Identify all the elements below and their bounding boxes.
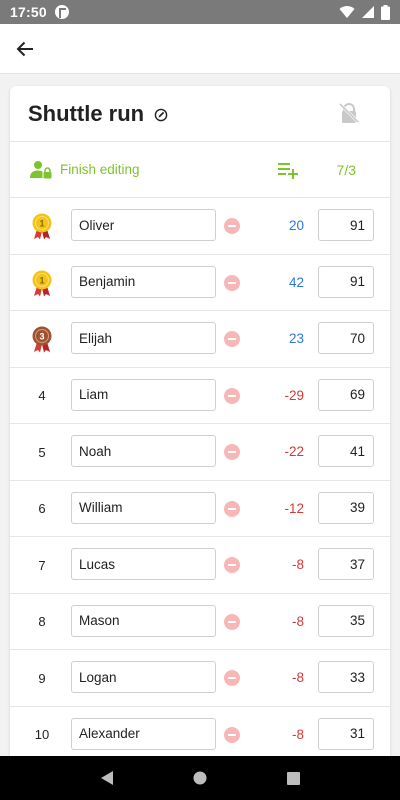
participant-count: 7/3 [336,162,356,178]
participant-name-input[interactable] [71,322,216,354]
page-title: Shuttle run [28,100,145,126]
signal-icon [362,6,374,18]
score-difference: 42 [288,274,304,290]
nav-home-icon[interactable] [193,771,207,785]
edit-title-icon[interactable] [154,108,168,122]
status-time: 17:50 [10,4,47,20]
table-row: 1 42 [10,255,390,311]
remove-participant-button[interactable] [224,274,240,291]
person-lock-icon [30,160,52,178]
remove-participant-button[interactable] [224,726,240,743]
participant-name-input[interactable] [71,604,216,637]
participant-name-input[interactable] [71,661,216,693]
remove-participant-button[interactable] [224,500,240,517]
remove-participant-button[interactable] [224,670,240,686]
gold-medal-icon: 1 [30,269,54,297]
remove-participant-button[interactable] [224,331,240,347]
table-row: 6 -12 [10,481,390,537]
score-input[interactable] [318,322,374,354]
table-row: 9 -8 [10,650,390,707]
notification-app-icon [54,5,69,19]
rank-label: 9 [38,670,46,686]
remove-participant-button[interactable] [224,444,240,460]
table-row: 3 23 [10,311,390,368]
lock-off-icon[interactable] [338,102,360,124]
table-row: 4 -29 [10,368,390,424]
results-list: 1 20 1 42 3 23 4 -29 5 -22 6 -12 7 -8 8 -8 9 -8 10 -8 [10,198,390,763]
table-row: 5 -22 [10,424,390,481]
remove-participant-button[interactable] [224,557,240,573]
score-difference: -29 [284,387,304,403]
score-input[interactable] [318,661,374,693]
finish-editing-label: Finish editing [60,162,140,177]
score-input[interactable] [318,604,374,637]
score-input[interactable] [318,209,374,241]
nav-recents-icon[interactable] [287,771,301,785]
battery-icon [381,4,390,20]
app-bar [0,24,400,74]
participant-name-input[interactable] [71,717,216,750]
system-navigation-bar [0,756,400,800]
table-row: 10 -8 [10,707,390,763]
table-row: 7 -8 [10,537,390,594]
participant-name-input[interactable] [71,378,216,411]
score-difference: 20 [288,218,304,233]
rank-label: 4 [38,388,46,403]
rank-label: 6 [38,501,46,516]
remove-participant-button[interactable] [224,613,240,630]
participant-name-input[interactable] [71,209,216,241]
rank-label: 5 [38,444,46,460]
nav-back-icon[interactable] [100,770,114,786]
participant-name-input[interactable] [71,491,216,524]
gold-medal-icon: 1 [30,212,54,240]
score-input[interactable] [318,491,374,524]
score-difference: -8 [291,613,304,629]
score-difference: 23 [288,331,304,346]
participant-name-input[interactable] [71,435,216,467]
rank-label: 8 [38,614,46,629]
score-input[interactable] [318,378,374,411]
score-difference: -8 [291,726,304,742]
participant-name-input[interactable] [71,265,216,298]
participant-name-input[interactable] [71,548,216,580]
medal-rank-label: 3 [39,332,44,342]
table-row: 1 20 [10,198,390,255]
back-button[interactable] [10,34,40,64]
results-card: Shuttle run Finish editing 7/3 1 Oliver … [10,86,390,766]
card-header: Shuttle run [10,86,390,142]
table-row: 8 -8 [10,594,390,650]
medal-rank-label: 1 [39,219,44,229]
rank-label: 7 [38,557,46,573]
wifi-icon [339,6,355,19]
medal-rank-label: 1 [39,275,44,285]
score-input[interactable] [318,265,374,298]
score-input[interactable] [318,435,374,467]
remove-participant-button[interactable] [224,387,240,404]
score-input[interactable] [318,548,374,580]
playlist-add-icon[interactable] [278,161,300,179]
score-difference: -8 [291,557,304,572]
rank-label: 10 [34,727,50,742]
score-difference: -8 [291,670,304,685]
editing-toolbar: Finish editing 7/3 [10,142,390,198]
score-input[interactable] [318,717,374,750]
score-difference: -22 [284,444,304,459]
status-bar: 17:50 [0,0,400,24]
arrow-back-icon [16,41,33,57]
remove-participant-button[interactable] [224,218,240,234]
bronze-medal-icon: 3 [30,325,54,353]
status-icons [339,4,390,20]
finish-editing-button[interactable]: Finish editing [10,142,140,197]
score-difference: -12 [284,500,304,516]
